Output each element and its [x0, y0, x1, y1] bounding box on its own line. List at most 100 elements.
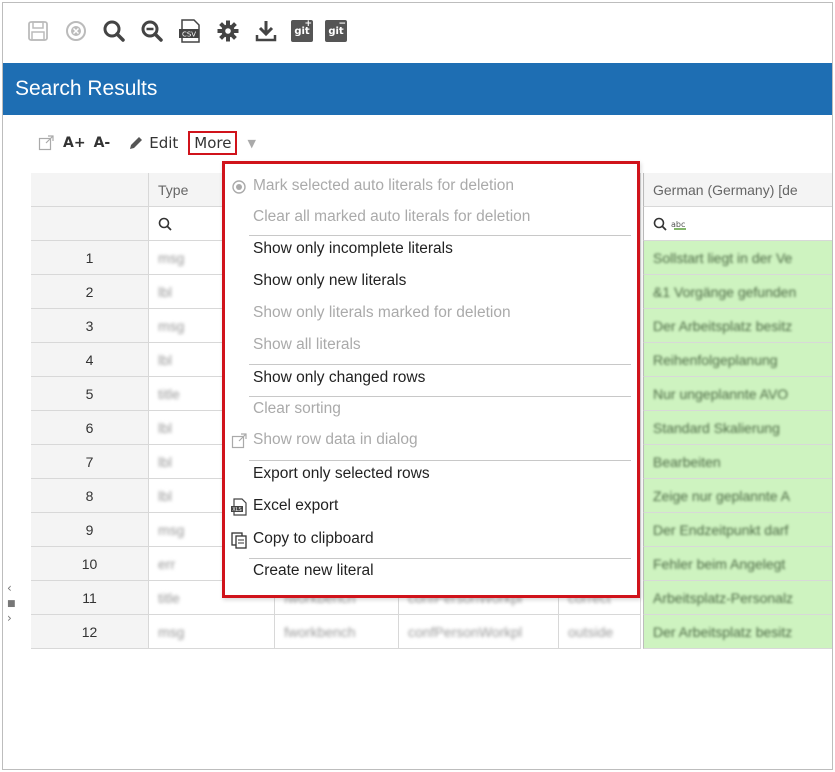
chevron-right-icon[interactable]: › [7, 611, 12, 625]
scroll-thumb-icon[interactable]: ■ [7, 599, 16, 609]
cell-type-text: msg [158, 623, 185, 640]
results-toolbar: A+ A- Edit More ▼ [3, 127, 832, 159]
table-row[interactable]: 12 msg fworkbench confPersonWorkpl outside De… [31, 615, 832, 649]
cell-german[interactable]: &1 Vorgänge gefunden [643, 275, 832, 309]
row-number: 7 [31, 445, 149, 479]
cell-german[interactable]: Fehler beim Angelegt [643, 547, 832, 581]
external-link-icon[interactable] [37, 134, 55, 152]
cell-type-text: lbl [158, 351, 173, 368]
menu-separator [249, 364, 631, 365]
row-number: 5 [31, 377, 149, 411]
filter-row-number [31, 207, 149, 241]
svg-text:abc: abc [671, 220, 685, 229]
row-number-text: 8 [85, 487, 94, 504]
cell-type-text: msg [158, 249, 185, 266]
download-icon[interactable] [253, 18, 279, 44]
cell-german[interactable]: Standard Skalierung [643, 411, 832, 445]
pencil-icon [130, 137, 143, 149]
git-add-icon[interactable]: git + [291, 19, 313, 42]
menu-item-create-new-literal[interactable]: Create new literal [253, 562, 374, 580]
cell-key[interactable]: outside [559, 615, 641, 649]
row-number: 1 [31, 241, 149, 275]
row-number-text: 1 [85, 249, 94, 266]
row-number-text: 5 [85, 385, 94, 402]
menu-item-show-all-literals: Show all literals [253, 336, 361, 353]
row-number-text: 3 [85, 317, 94, 334]
row-number-header [31, 173, 149, 207]
cell-german[interactable]: Arbeitsplatz-Personalz [643, 581, 832, 615]
cell-german[interactable]: Reihenfolgeplanung [643, 343, 832, 377]
menu-item-show-only-changed-rows[interactable]: Show only changed rows [253, 369, 425, 387]
external-link-icon [229, 431, 249, 451]
row-number: 11 [31, 581, 149, 615]
cell-type-text: lbl [158, 419, 173, 436]
save-icon[interactable] [25, 18, 51, 44]
cell-namespace-text: fworkbench [284, 623, 356, 640]
cell-german[interactable]: Zeige nur geplannte A [643, 479, 832, 513]
cell-type-text: lbl [158, 487, 173, 504]
git-minus-sign: − [338, 19, 346, 29]
cell-german-text: Der Arbeitsplatz besitz [653, 623, 793, 640]
font-decrease-button[interactable]: A- [94, 135, 111, 151]
row-number: 6 [31, 411, 149, 445]
edit-button[interactable]: Edit [128, 134, 178, 152]
menu-item-export-only-selected-rows[interactable]: Export only selected rows [253, 465, 430, 483]
more-label: More [194, 134, 232, 152]
cell-german[interactable]: Sollstart liegt in der Ve [643, 241, 832, 275]
zoom-out-icon[interactable] [139, 18, 165, 44]
cell-german[interactable]: Nur ungeplannte AVO [643, 377, 832, 411]
mark-delete-icon [229, 177, 249, 197]
row-number: 2 [31, 275, 149, 309]
cell-component-text: confPersonWorkpl [408, 623, 523, 640]
menu-separator [249, 460, 631, 461]
more-button[interactable]: More [188, 131, 238, 155]
search-icon[interactable] [101, 18, 127, 44]
menu-item-show-only-new-literals[interactable]: Show only new literals [253, 272, 406, 290]
git-remove-icon[interactable]: git − [325, 19, 347, 42]
font-increase-button[interactable]: A+ [63, 135, 86, 151]
csv-label: CSV [182, 31, 196, 39]
cell-german[interactable]: Der Arbeitsplatz besitz [643, 309, 832, 343]
column-header-german[interactable]: German (Germany) [de [643, 173, 832, 207]
cell-key-text: outside [568, 623, 614, 640]
gear-icon[interactable] [215, 18, 241, 44]
row-number: 4 [31, 343, 149, 377]
menu-item-show-only-incomplete-literals[interactable]: Show only incomplete literals [253, 240, 453, 258]
cell-namespace[interactable]: fworkbench [275, 615, 399, 649]
cell-german-text: Arbeitsplatz-Personalz [653, 589, 794, 606]
filter-german[interactable]: abc [643, 207, 832, 241]
cell-german-text: Reihenfolgeplanung [653, 351, 778, 368]
row-number-text: 7 [85, 453, 94, 470]
cell-german[interactable]: Bearbeiten [643, 445, 832, 479]
cell-type-text: msg [158, 317, 185, 334]
row-number-text: 4 [85, 351, 94, 368]
cancel-icon[interactable] [63, 18, 89, 44]
row-number: 10 [31, 547, 149, 581]
menu-item-copy-to-clipboard[interactable]: Copy to clipboard [253, 530, 374, 548]
cell-component[interactable]: confPersonWorkpl [399, 615, 559, 649]
cell-type[interactable]: msg [149, 615, 275, 649]
chevron-down-icon[interactable]: ▼ [247, 137, 255, 150]
row-number: 9 [31, 513, 149, 547]
cell-type-text: err [158, 555, 176, 572]
csv-export-icon[interactable]: CSV [177, 18, 203, 44]
cell-german-text: &1 Vorgänge gefunden [653, 283, 797, 300]
menu-item-show-only-literals-marked-for-deletion: Show only literals marked for deletion [253, 304, 511, 321]
row-number-text: 9 [85, 521, 94, 538]
clipboard-icon [229, 530, 249, 550]
spellcheck-icon[interactable]: abc [671, 217, 687, 231]
cell-type-text: lbl [158, 453, 173, 470]
row-number: 3 [31, 309, 149, 343]
chevron-left-icon[interactable]: ‹ [7, 581, 12, 595]
row-number: 8 [31, 479, 149, 513]
cell-german[interactable]: Der Endzeitpunkt darf [643, 513, 832, 547]
row-number: 12 [31, 615, 149, 649]
edit-label: Edit [149, 134, 179, 152]
more-dropdown-menu: Mark selected auto literals for deletion… [222, 161, 640, 598]
menu-item-show-row-data-in-dialog: Show row data in dialog [253, 431, 418, 448]
menu-item-excel-export[interactable]: Excel export [253, 497, 338, 515]
cell-german-text: Der Endzeitpunkt darf [653, 521, 789, 538]
svg-text:XLS: XLS [232, 507, 241, 513]
cell-german[interactable]: Der Arbeitsplatz besitz [643, 615, 832, 649]
page-title-bar: Search Results [3, 63, 832, 115]
